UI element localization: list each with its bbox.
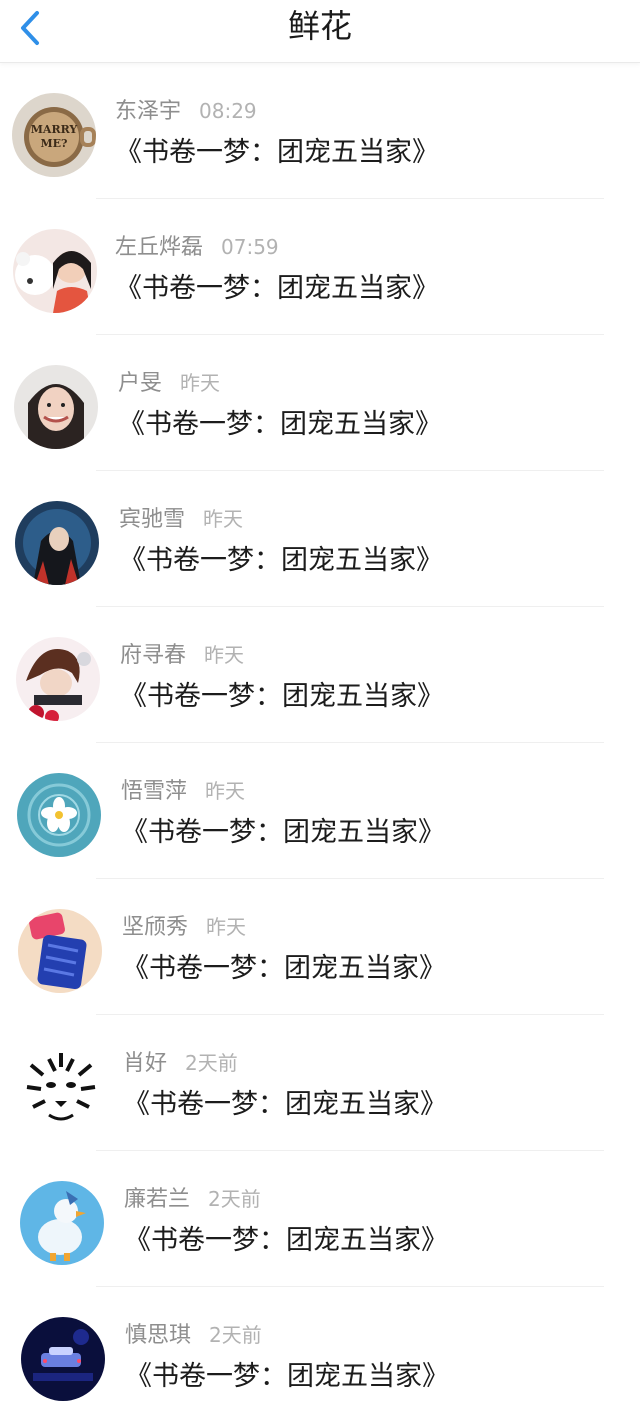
anime-boy-roses-image [16,637,100,721]
name-line: 慎思琪 2天前 [125,1321,262,1350]
avatar [13,229,97,313]
timestamp: 07:59 [221,235,279,259]
list-item[interactable]: 左丘烨磊 07:59 《书卷一梦：团宠五当家》 [0,199,640,335]
sender-name: 户旻 [118,371,163,396]
list-item[interactable]: 慎思琪 2天前 《书卷一梦：团宠五当家》 [0,1287,640,1423]
name-line: 府寻春 昨天 [120,641,244,670]
list-item[interactable]: 廉若兰 2天前 《书卷一梦：团宠五当家》 [0,1151,640,1287]
gift-record-list: MARRY ME? 东泽宇 08:29 《书卷一梦：团宠五当家》 左丘烨磊 07:5… [0,63,640,1423]
timestamp: 昨天 [203,507,244,531]
list-item[interactable]: 悟雪萍 昨天 《书卷一梦：团宠五当家》 [0,743,640,879]
timestamp: 2天前 [209,1323,262,1347]
name-line: 户旻 昨天 [118,369,220,398]
name-line: 廉若兰 2天前 [124,1185,261,1214]
name-line: 坚颀秀 昨天 [122,913,246,942]
name-line: 左丘烨磊 07:59 [115,233,279,262]
avatar [20,1181,104,1265]
book-title: 《书卷一梦：团宠五当家》 [123,1089,447,1120]
tiger-sketch-image [19,1045,103,1129]
timestamp: 昨天 [204,643,245,667]
avatar [16,637,100,721]
book-title: 《书卷一梦：团宠五当家》 [124,1225,448,1256]
list-item[interactable]: 坚颀秀 昨天 《书卷一梦：团宠五当家》 [0,879,640,1015]
name-line: 东泽宇 08:29 [115,97,257,126]
girl-with-teddy-bear-image [13,229,97,313]
book-title: 《书卷一梦：团宠五当家》 [125,1361,449,1392]
book-title: 《书卷一梦：团宠五当家》 [122,953,446,984]
name-line: 肖好 2天前 [123,1049,238,1078]
timestamp: 08:29 [199,99,257,123]
anime-ninja-image [15,501,99,585]
phone-cases-image [18,909,102,993]
avatar [14,365,98,449]
list-item[interactable]: 府寻春 昨天 《书卷一梦：团宠五当家》 [0,607,640,743]
sender-name: 廉若兰 [124,1187,191,1212]
marry-me-mug-image: MARRY ME? [12,93,96,177]
sender-name: 肖好 [123,1051,168,1076]
flower-on-water-image [17,773,101,857]
avatar [15,501,99,585]
book-title: 《书卷一梦：团宠五当家》 [118,409,442,440]
sender-name: 左丘烨磊 [115,235,204,260]
avatar [21,1317,105,1401]
svg-text:ME?: ME? [40,137,67,150]
sender-name: 府寻春 [120,643,187,668]
timestamp: 2天前 [185,1051,238,1075]
book-title: 《书卷一梦：团宠五当家》 [119,545,443,576]
avatar [17,773,101,857]
name-line: 宾驰雪 昨天 [119,505,243,534]
night-scene-image [21,1317,105,1401]
timestamp: 昨天 [206,915,247,939]
name-line: 悟雪萍 昨天 [121,777,245,806]
smiling-girl-portrait-image [14,365,98,449]
duck-toy-image [20,1181,104,1265]
list-item[interactable]: 肖好 2天前 《书卷一梦：团宠五当家》 [0,1015,640,1151]
book-title: 《书卷一梦：团宠五当家》 [120,681,444,712]
list-item[interactable]: 户旻 昨天 《书卷一梦：团宠五当家》 [0,335,640,471]
svg-text:MARRY: MARRY [31,123,78,136]
sender-name: 东泽宇 [115,99,182,124]
avatar [18,909,102,993]
avatar: MARRY ME? [12,93,96,177]
list-item[interactable]: MARRY ME? 东泽宇 08:29 《书卷一梦：团宠五当家》 [0,63,640,199]
avatar [19,1045,103,1129]
timestamp: 昨天 [205,779,246,803]
book-title: 《书卷一梦：团宠五当家》 [115,273,439,304]
book-title: 《书卷一梦：团宠五当家》 [121,817,445,848]
sender-name: 宾驰雪 [119,507,186,532]
page-title: 鲜花 [287,7,352,45]
timestamp: 2天前 [208,1187,261,1211]
sender-name: 慎思琪 [125,1323,192,1348]
book-title: 《书卷一梦：团宠五当家》 [115,137,439,168]
list-item[interactable]: 宾驰雪 昨天 《书卷一梦：团宠五当家》 [0,471,640,607]
sender-name: 悟雪萍 [121,779,188,804]
timestamp: 昨天 [180,371,221,395]
sender-name: 坚颀秀 [122,915,189,940]
top-nav-bar: 鲜花 [0,0,640,63]
